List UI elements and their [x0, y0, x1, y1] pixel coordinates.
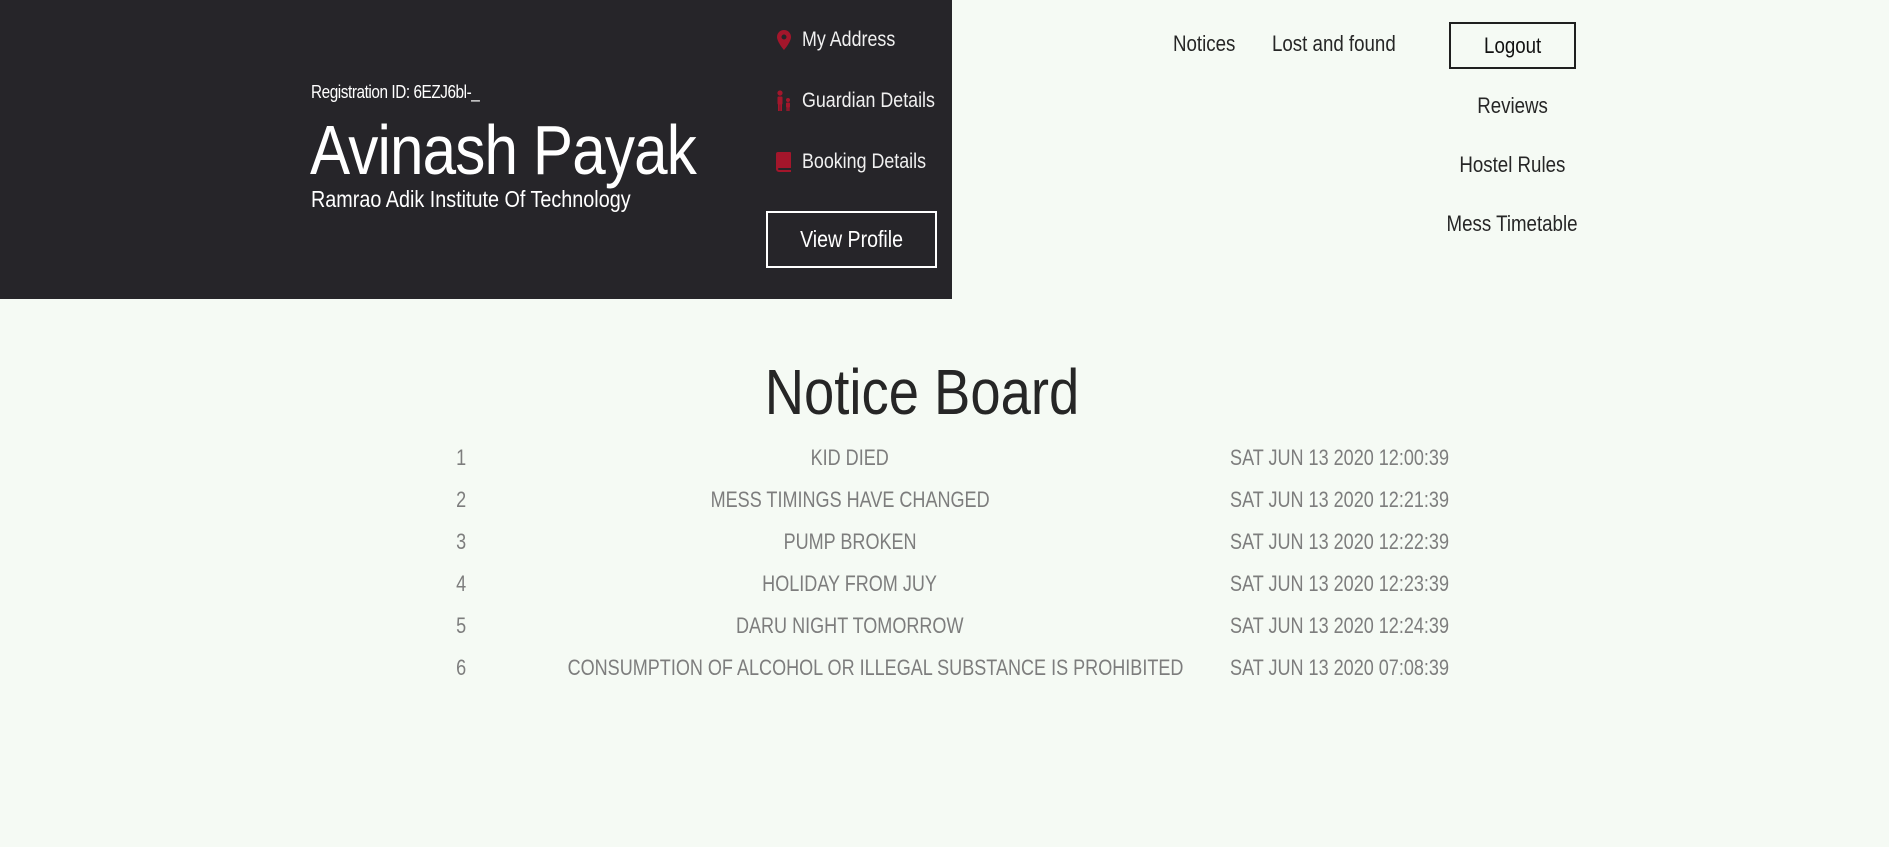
nav-notices[interactable]: Notices — [1173, 31, 1246, 57]
notice-number: 4 — [455, 571, 467, 596]
notice-number: 6 — [455, 655, 467, 680]
notice-number: 5 — [455, 613, 467, 638]
student-name: Avinash Payak — [310, 111, 697, 189]
notice-date: SAT JUN 13 2020 12:23:39 — [1230, 571, 1450, 596]
nav-notices-label: Notices — [1173, 31, 1236, 56]
guardian-details-link[interactable]: Guardian Details — [774, 89, 958, 113]
notice-title: CONSUMPTION OF ALCOHOL OR ILLEGAL SUBSTA… — [567, 655, 1184, 680]
map-pin-icon — [774, 28, 794, 52]
table-row: 2 MESS TIMINGS HAVE CHANGED SAT JUN 13 2… — [0, 487, 1889, 529]
nav-mess-timetable[interactable]: Mess Timetable — [1420, 211, 1605, 237]
my-address-label: My Address — [802, 28, 896, 51]
notice-date: SAT JUN 13 2020 12:00:39 — [1230, 445, 1450, 470]
booking-details-label: Booking Details — [802, 150, 927, 173]
nav-lost-and-found-label: Lost and found — [1272, 31, 1396, 56]
notice-board-title: Notice Board — [0, 355, 1844, 429]
notice-title: KID DIED — [810, 445, 890, 470]
notice-title: HOLIDAY FROM JUY — [762, 571, 938, 596]
notice-date: SAT JUN 13 2020 12:22:39 — [1230, 529, 1450, 554]
notice-date: SAT JUN 13 2020 12:24:39 — [1230, 613, 1450, 638]
notice-number: 3 — [455, 529, 467, 554]
my-address-link[interactable]: My Address — [774, 28, 912, 52]
table-row: 1 KID DIED SAT JUN 13 2020 12:00:39 — [0, 445, 1889, 487]
notice-title: PUMP BROKEN — [783, 529, 917, 554]
notice-title: MESS TIMINGS HAVE CHANGED — [710, 487, 990, 512]
notice-number: 1 — [455, 445, 467, 470]
table-row: 5 DARU NIGHT TOMORROW SAT JUN 13 2020 12… — [0, 613, 1889, 655]
guardian-details-label: Guardian Details — [802, 89, 935, 112]
logout-button[interactable]: Logout — [1449, 22, 1576, 69]
table-row: 3 PUMP BROKEN SAT JUN 13 2020 12:22:39 — [0, 529, 1889, 571]
notice-date: SAT JUN 13 2020 07:08:39 — [1230, 655, 1450, 680]
booking-details-link[interactable]: Booking Details — [774, 150, 948, 174]
notice-title: DARU NIGHT TOMORROW — [736, 613, 964, 638]
profile-card: Registration ID: 6EZJ6bl-_ Avinash Payak… — [0, 0, 952, 299]
notice-number: 2 — [455, 487, 467, 512]
table-row: 6 CONSUMPTION OF ALCOHOL OR ILLEGAL SUBS… — [0, 655, 1889, 697]
nav-reviews[interactable]: Reviews — [1420, 93, 1605, 119]
logout-label: Logout — [1483, 32, 1542, 58]
notice-date: SAT JUN 13 2020 12:21:39 — [1230, 487, 1450, 512]
book-icon — [774, 150, 794, 174]
nav-mess-timetable-label: Mess Timetable — [1447, 211, 1578, 236]
nav-reviews-label: Reviews — [1477, 93, 1548, 118]
view-profile-label: View Profile — [800, 226, 903, 252]
view-profile-button[interactable]: View Profile — [766, 211, 937, 268]
nav-hostel-rules-label: Hostel Rules — [1459, 152, 1566, 177]
table-row: 4 HOLIDAY FROM JUY SAT JUN 13 2020 12:23… — [0, 571, 1889, 613]
institute-name: Ramrao Adik Institute Of Technology — [311, 186, 631, 212]
nav-hostel-rules[interactable]: Hostel Rules — [1420, 152, 1605, 178]
notice-board-title-text: Notice Board — [764, 356, 1080, 428]
registration-id: Registration ID: 6EZJ6bl-_ — [311, 82, 480, 102]
family-icon — [774, 89, 794, 113]
nav-lost-and-found[interactable]: Lost and found — [1272, 31, 1418, 57]
